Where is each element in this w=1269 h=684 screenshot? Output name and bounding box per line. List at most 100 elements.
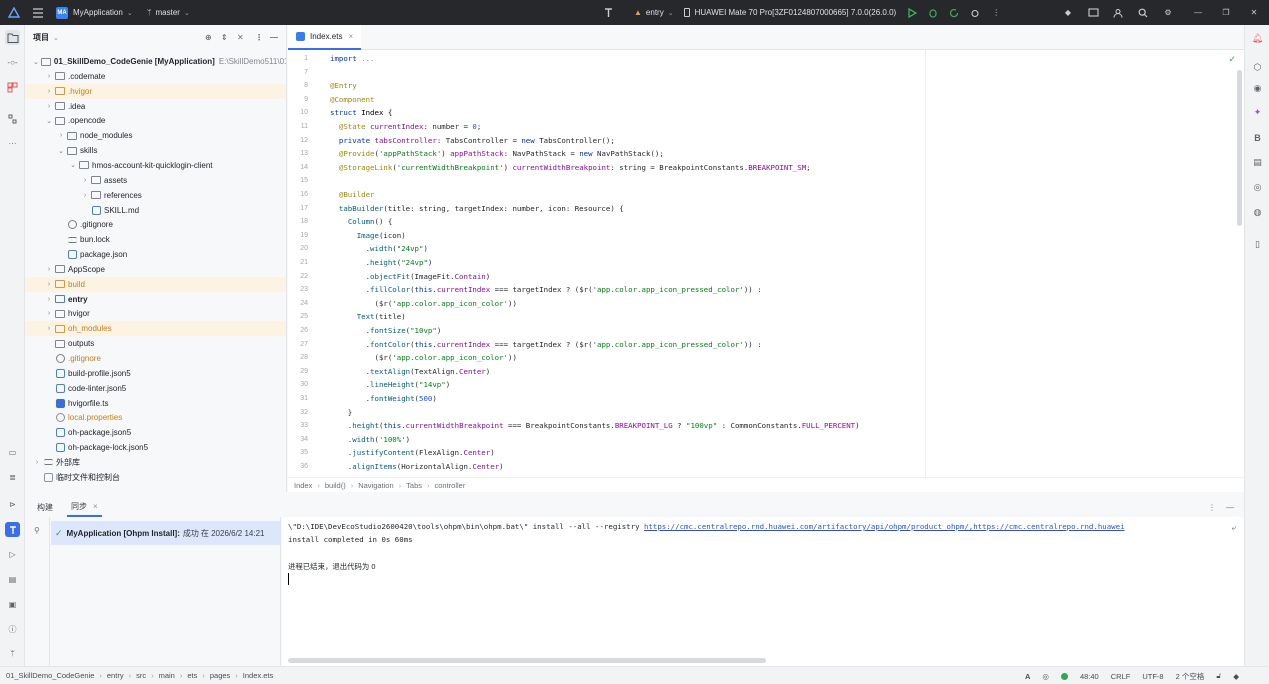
inspection-ok-check-icon[interactable]: ✓ [1228,54,1236,65]
chevron-right-icon[interactable]: › [45,310,53,317]
device-manager-icon[interactable] [1085,5,1101,21]
ai-assist-icon[interactable]: A [1025,672,1030,681]
chevron-right-icon[interactable]: › [45,103,53,110]
status-path-item[interactable]: ets [187,671,197,680]
indent-setting[interactable]: 2 个空格 [1176,671,1205,682]
doc-icon[interactable]: ▤ [1250,155,1265,170]
minimize-window-icon[interactable]: — [1190,5,1206,21]
tree-item[interactable]: › .codemate [25,69,286,84]
tree-item[interactable]: › AppScope [25,262,286,277]
status-path-item[interactable]: main [159,671,175,680]
module-selector[interactable]: ▲ entry ⌄ [630,0,678,25]
tree-item[interactable]: .gitignore [25,351,286,366]
build-console[interactable]: \"D:\IDE\DevEcoStudio2600420\tools\ohpm\… [282,517,1244,666]
commit-icon[interactable]: -○- [5,55,20,70]
expand-collapse-icon[interactable]: ⇕ [221,33,228,42]
chevron-right-icon[interactable]: › [45,281,53,288]
tree-item[interactable]: code-linter.json5 [25,381,286,396]
tree-item[interactable]: › oh_modules [25,321,286,337]
more-options-icon[interactable]: ⋮ [1208,503,1216,512]
lock-icon[interactable]: 🔓︎ [1216,671,1221,681]
tree-item[interactable]: outputs [25,336,286,351]
chevron-down-icon[interactable]: ⌄ [53,34,59,42]
problems-icon[interactable]: ⓘ [5,622,20,637]
tree-item[interactable]: bun.lock [25,232,286,247]
codegenie-side-icon[interactable]: ⬡ [1250,60,1265,75]
tree-item[interactable]: ⌄ skills [25,143,286,158]
app-logo-icon[interactable] [0,0,26,25]
debug-icon[interactable] [925,5,941,21]
tab-index-ets[interactable]: Index.ets × [288,25,362,50]
tab-build[interactable]: 构建 [33,497,57,517]
chevron-right-icon[interactable]: › [33,459,41,466]
restore-window-icon[interactable]: ❐ [1218,5,1234,21]
status-path-item[interactable]: 01_SkillDemo_CodeGenie [6,671,94,680]
tree-item[interactable]: › assets [25,173,286,188]
code-editor[interactable]: 1 7 8 9 10 11 12 13 14 15 16 17 18 19 20 21 22 23 24 25 26 27… [288,50,1244,477]
tree-item[interactable]: ⌄ .opencode [25,113,286,128]
registry-link[interactable]: https://cmc.centralrepo.rnd.huawei.com/a… [644,522,1125,531]
tree-item[interactable]: › references [25,188,286,203]
run-tool-icon[interactable]: ▷ [5,547,20,562]
breadcrumb-item[interactable]: Navigation [358,481,393,490]
version-control-icon[interactable]: ᛘ [5,646,20,661]
profiler-icon[interactable]: ⊳ [5,497,20,512]
project-panel-title[interactable]: 项目 [33,32,49,43]
log-icon[interactable]: ▤ [5,572,20,587]
tree-item[interactable]: SKILL.md [25,203,286,218]
console-horizontal-scrollbar[interactable] [288,658,766,663]
tree-item[interactable]: › .idea [25,99,286,114]
editor-vertical-scrollbar[interactable] [1237,70,1242,226]
inspector-icon[interactable]: ◍ [1250,205,1265,220]
tab-sync[interactable]: 同步 × [67,497,102,517]
soft-wrap-icon[interactable]: ⤶ [1232,523,1236,533]
terminal-icon[interactable]: ▣ [5,597,20,612]
project-view-icon[interactable] [5,30,20,45]
chevron-right-icon[interactable]: › [45,325,53,332]
file-encoding[interactable]: UTF-8 [1142,672,1163,681]
device-phone-icon[interactable]: ▯ [1250,237,1265,252]
close-tab-icon[interactable]: × [93,502,98,511]
options-icon[interactable]: ⋮ [255,33,263,42]
status-path-item[interactable]: src [136,671,146,680]
caret-position[interactable]: 48:40 [1080,672,1099,681]
tree-item[interactable]: oh-package-lock.json5 [25,440,286,455]
tree-item[interactable]: › hvigor [25,306,286,321]
chevron-down-icon[interactable]: ⌄ [69,161,77,169]
build-entry[interactable]: ✓ MyApplication [Ohpm Install]: 成功 在 202… [51,521,281,545]
tree-item[interactable]: › 外部库 [25,455,286,470]
bug-icon[interactable] [967,5,983,21]
chevron-right-icon[interactable]: › [81,177,89,184]
device-selector[interactable]: HUAWEI Mate 70 Pro[3ZF0124807000665] 7.0… [678,0,903,25]
rerun-icon[interactable] [946,5,962,21]
status-path-item[interactable]: pages [210,671,230,680]
pin-icon[interactable]: ⚲ [34,526,40,535]
tree-item[interactable]: .gitignore [25,217,286,232]
run-icon[interactable] [904,5,920,21]
hammer-icon[interactable] [600,5,616,21]
breadcrumb-item[interactable]: build() [325,481,346,490]
hide-panel-icon[interactable]: — [270,33,278,42]
codegenie-status-icon[interactable]: ◆ [1233,672,1239,681]
tree-item[interactable]: ⌄ hmos-account-kit-quicklogin-client [25,158,286,173]
more-tools-icon[interactable]: ··· [5,136,20,151]
preview-eye-icon[interactable]: ◉ [1250,81,1265,96]
chevron-down-icon[interactable]: ⌄ [45,117,53,125]
tree-item[interactable]: ⌄ 01_SkillDemo_CodeGenie [MyApplication] E… [25,54,286,69]
tree-item[interactable]: package.json [25,247,286,262]
build-tool-icon[interactable] [5,522,20,537]
breadcrumb-item[interactable]: Index [294,481,312,490]
locate-icon[interactable]: ⊕ [205,33,212,42]
tree-item[interactable]: › entry [25,292,286,307]
tree-item[interactable]: 临时文件和控制台 [25,470,286,485]
main-menu-icon[interactable] [26,0,50,25]
structure-icon[interactable] [5,111,20,126]
inspection-icon[interactable]: ◎ [1042,672,1049,681]
line-ending[interactable]: CRLF [1111,672,1131,681]
close-window-icon[interactable]: ✕ [1246,5,1262,21]
collapse-all-icon[interactable]: ✕ [237,33,244,42]
breadcrumb-item[interactable]: Tabs [406,481,422,490]
chevron-right-icon[interactable]: › [45,296,53,303]
app-modules-icon[interactable] [5,80,20,95]
search-icon[interactable] [1135,5,1151,21]
